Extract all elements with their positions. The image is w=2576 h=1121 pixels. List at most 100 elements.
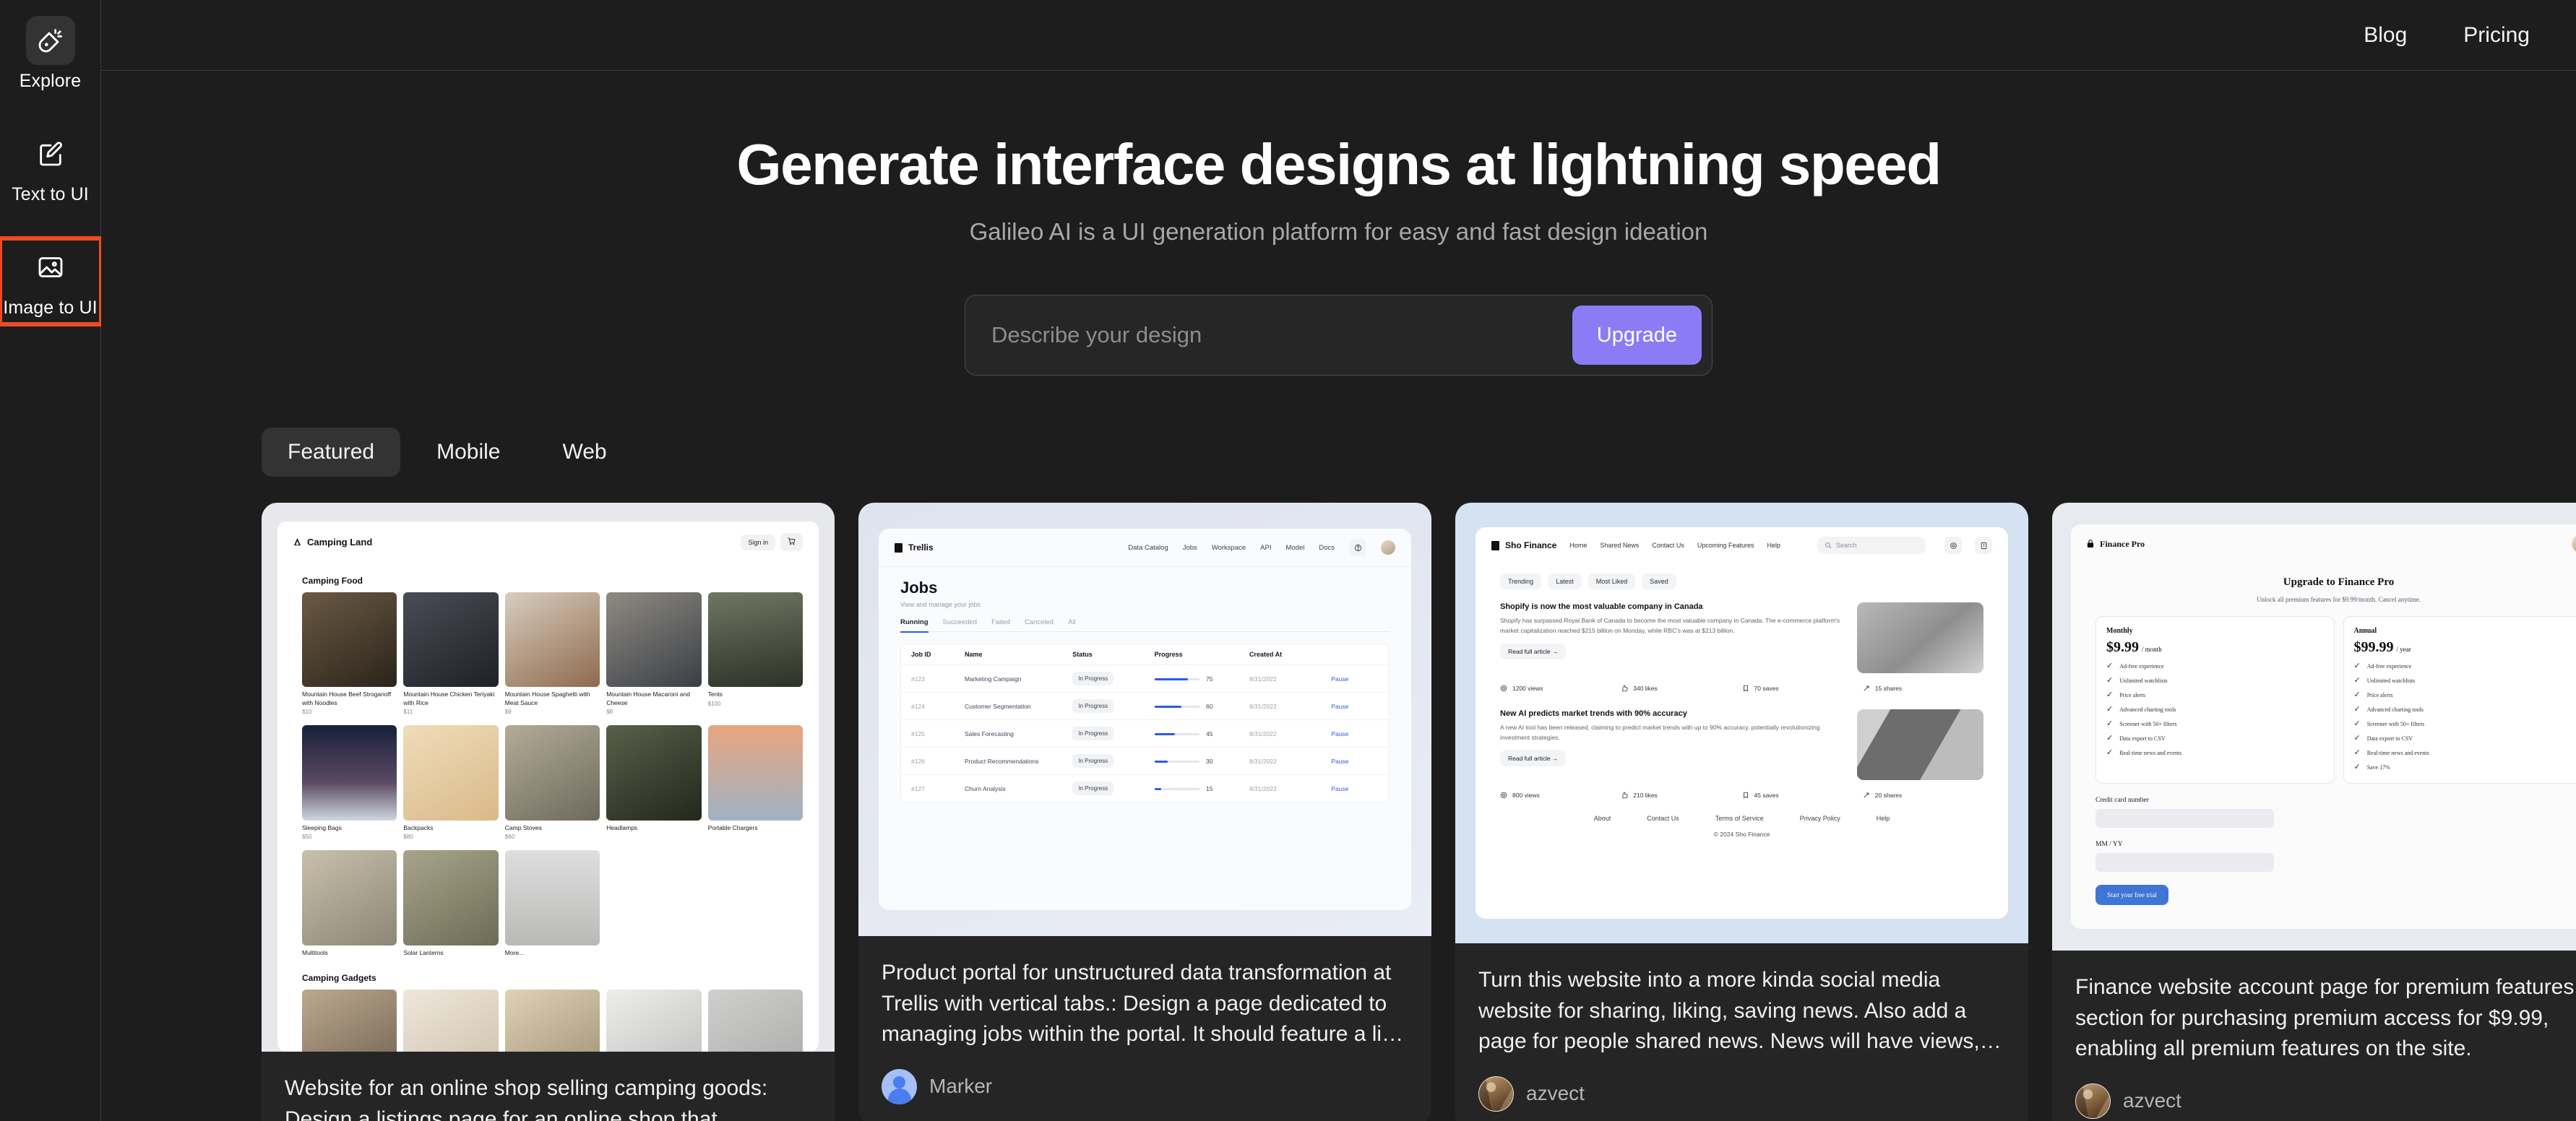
nav-item: Upcoming Features xyxy=(1697,542,1754,549)
card-caption: Product portal for unstructured data tra… xyxy=(858,936,1431,1121)
news-body: Shopify has surpassed Royal Bank of Cana… xyxy=(1500,617,1840,635)
tab-featured[interactable]: Featured xyxy=(262,428,401,477)
field-label: MM / YY xyxy=(2095,841,2123,848)
plan-feature: ✓ Data export to CSV xyxy=(2353,734,2413,743)
card-author: azvect xyxy=(2075,1083,2576,1119)
product-item: Collapsible Solar Lantern$30 xyxy=(504,990,600,1052)
sidebar-item-label: Text to UI xyxy=(12,184,89,204)
check-icon: ✓ xyxy=(2106,734,2114,743)
read-article-button: Read full article → xyxy=(1500,644,1567,660)
pause-button: Pause xyxy=(1331,702,1349,710)
sidebar-item-text-to-ui[interactable]: Text to UI xyxy=(0,125,101,211)
design-card-trellis[interactable]: Trellis Data Catalog Jobs Workspace API … xyxy=(858,503,1431,1121)
stat-shares: 15 shares xyxy=(1863,685,1983,692)
nav-item: Data Catalog xyxy=(1128,543,1168,552)
sidebar-item-image-to-ui[interactable]: Image to UI xyxy=(0,236,103,326)
card-caption-text: Finance website account page for premium… xyxy=(2075,975,2576,1061)
start-trial-button: Start your free trial xyxy=(2095,885,2168,905)
check-icon: ✓ xyxy=(2106,691,2114,699)
check-icon: ✓ xyxy=(2353,748,2361,757)
nav-link-pricing[interactable]: Pricing xyxy=(2463,23,2530,48)
footer-link: Privacy Policy xyxy=(1799,815,1840,822)
sidebar-item-explore[interactable]: Explore xyxy=(0,12,101,98)
check-icon: ✓ xyxy=(2353,691,2361,699)
sidebar-item-label: Explore xyxy=(19,71,82,91)
filter-chip: Saved xyxy=(1642,574,1676,589)
footer-link: Help xyxy=(1876,815,1890,822)
column-header: Created At xyxy=(1249,651,1283,658)
status-badge: In Progress xyxy=(1072,699,1114,713)
product-item: Headlamps xyxy=(606,725,702,840)
design-card-finance-pro[interactable]: Finance Pro Upgrade to Finance Pro Unloc… xyxy=(2052,503,2576,1121)
stat-views: 1200 views xyxy=(1500,685,1621,692)
check-icon: ✓ xyxy=(2106,662,2114,670)
check-icon: ✓ xyxy=(2353,705,2361,714)
check-icon: ✓ xyxy=(2353,763,2361,771)
gallery-column: Sho Finance Home Shared News Contact Us … xyxy=(1455,503,2028,1121)
column-header: Name xyxy=(965,651,983,658)
plan-feature: ✓ Price alerts xyxy=(2106,691,2145,699)
tab: All xyxy=(1068,618,1076,626)
preview-brand: Finance Pro xyxy=(2087,539,2145,550)
nav-item: Shared News xyxy=(1600,542,1640,549)
table-row: #127 Churn Analysis In Progress 15 8/31/… xyxy=(901,775,1389,802)
plan-feature: ✓ Unlimited watchlists xyxy=(2353,676,2416,685)
comet-icon xyxy=(25,16,75,65)
nav-item: API xyxy=(1260,543,1272,552)
column-header: Job ID xyxy=(911,651,931,658)
gallery-column: Camping Land Sign in Camping Food Mounta… xyxy=(262,503,835,1121)
gallery-column: Finance Pro Upgrade to Finance Pro Unloc… xyxy=(2052,503,2576,1121)
design-card-camping-land[interactable]: Camping Land Sign in Camping Food Mounta… xyxy=(262,503,835,1121)
plan-feature: ✓ Real-time news and events xyxy=(2106,748,2182,757)
tab-web[interactable]: Web xyxy=(536,428,632,477)
preview-page-title: Jobs xyxy=(900,579,938,597)
card-caption-text: Website for an online shop selling campi… xyxy=(285,1076,768,1121)
filter-chip: Trending xyxy=(1500,574,1542,589)
card-author: azvect xyxy=(1478,1075,2005,1112)
news-thumbnail xyxy=(1857,709,1983,780)
news-item: New AI predicts market trends with 90% a… xyxy=(1476,692,2008,780)
card-caption-text: Product portal for unstructured data tra… xyxy=(882,961,1399,1047)
column-header: Progress xyxy=(1154,651,1183,658)
app-root: Explore Text to UI Image to UI Blog Pric… xyxy=(0,0,2576,1121)
sidebar: Explore Text to UI Image to UI xyxy=(0,0,103,1121)
design-card-sho-finance[interactable]: Sho Finance Home Shared News Contact Us … xyxy=(1455,503,2028,1121)
status-badge: In Progress xyxy=(1072,782,1114,795)
plan-feature: ✓ Unlimited watchlists xyxy=(2106,676,2168,685)
product-grid: Mountain House Beef Stroganoff with Nood… xyxy=(302,592,803,715)
help-icon xyxy=(1349,539,1366,556)
plan-feature: ✓ Ad-free experience xyxy=(2106,662,2164,670)
pause-button: Pause xyxy=(1331,784,1349,792)
author-name: azvect xyxy=(1526,1082,1585,1105)
check-icon: ✓ xyxy=(2353,734,2361,743)
table-row: #123 Marketing Campaign In Progress 75 8… xyxy=(901,665,1389,693)
preview-page-subtitle: View and manage your jobs xyxy=(900,601,981,608)
preview-nav: Data Catalog Jobs Workspace API Model Do… xyxy=(1128,539,1395,556)
filter-chip: Latest xyxy=(1548,574,1582,589)
check-icon: ✓ xyxy=(2353,676,2361,685)
copyright: © 2024 Sho Finance xyxy=(1713,831,1770,838)
status-badge: In Progress xyxy=(1072,754,1114,768)
product-item: Solar Lanterns xyxy=(403,850,499,958)
card-preview: Camping Land Sign in Camping Food Mounta… xyxy=(262,503,835,1052)
trellis-logo-icon xyxy=(895,542,903,553)
plan-feature: ✓ Screener with 50+ filters xyxy=(2106,719,2177,728)
tent-icon xyxy=(293,537,301,545)
cart-icon xyxy=(780,533,803,551)
tab-mobile[interactable]: Mobile xyxy=(410,428,526,477)
table-row: #125 Sales Forecasting In Progress 45 8/… xyxy=(901,720,1389,748)
product-grid: Portable Solar Charger$50 Multi-Function… xyxy=(302,990,803,1052)
describe-design-input[interactable] xyxy=(991,322,1572,348)
stat-likes: 210 likes xyxy=(1621,792,1741,799)
product-item: Mountain House Macaroni and Cheese $8 xyxy=(606,592,702,715)
prompt-bar[interactable]: Upgrade xyxy=(965,295,1713,376)
avatar xyxy=(882,1068,917,1104)
preview-section-title: Camping Food xyxy=(302,576,363,586)
upgrade-button[interactable]: Upgrade xyxy=(1572,306,1702,365)
expiry-input xyxy=(2095,853,2274,872)
credit-card-input xyxy=(2095,809,2274,828)
nav-link-blog[interactable]: Blog xyxy=(2364,23,2407,48)
preview-brand: Trellis xyxy=(895,542,934,553)
news-stats: 800 views 210 likes 45 saves 20 shares xyxy=(1476,780,2008,799)
product-item: Backpacks $80 xyxy=(403,725,499,840)
